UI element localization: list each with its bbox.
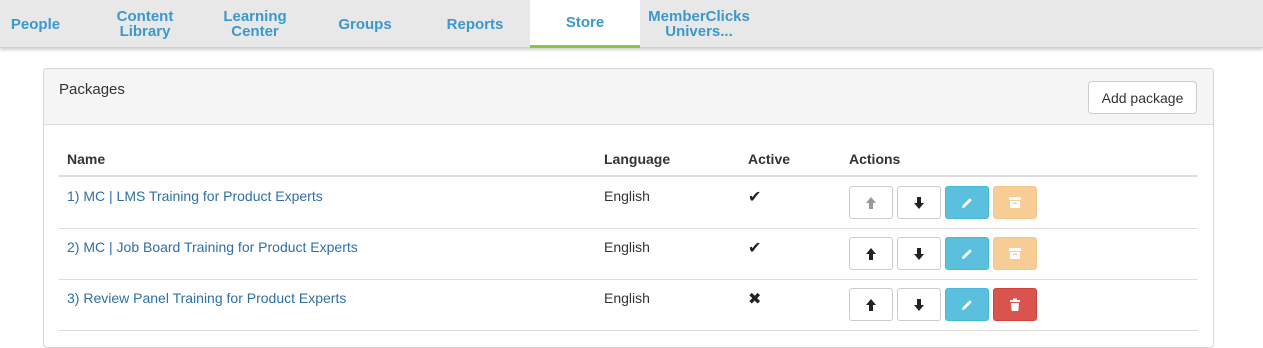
package-name-link[interactable]: 2) MC | Job Board Training for Product E… — [67, 239, 358, 255]
column-header-actions: Actions — [849, 151, 901, 167]
tab-label: Store — [565, 14, 605, 31]
tab-label: Learning Center — [223, 8, 287, 40]
tab-groups[interactable]: Groups — [318, 0, 412, 48]
tab-content-library[interactable]: Content Library — [98, 0, 192, 48]
move-up-button[interactable] — [849, 237, 893, 270]
arrow-down-icon — [914, 298, 924, 311]
edit-button[interactable] — [945, 237, 989, 270]
move-down-button[interactable] — [897, 288, 941, 321]
trash-icon — [1010, 298, 1020, 311]
tab-label: Content Library — [116, 8, 174, 40]
package-language: English — [604, 239, 650, 255]
packages-panel: Packages Add package Name Language Activ… — [43, 68, 1214, 348]
tab-memberclicks-university[interactable]: MemberClicks Univers... — [642, 0, 756, 48]
move-up-button[interactable] — [849, 186, 893, 219]
move-down-button[interactable] — [897, 186, 941, 219]
tab-label: Reports — [446, 15, 504, 33]
pencil-icon — [962, 299, 972, 310]
header-divider — [59, 175, 1198, 177]
pencil-icon — [962, 248, 972, 259]
package-language: English — [604, 290, 650, 306]
arrow-up-icon — [866, 247, 876, 260]
tab-label: MemberClicks Univers... — [648, 8, 750, 40]
edit-button[interactable] — [945, 288, 989, 321]
arrow-down-icon — [914, 247, 924, 260]
row-divider — [59, 279, 1198, 280]
panel-header: Packages Add package — [44, 69, 1213, 125]
archive-icon — [1009, 248, 1021, 259]
tab-learning-center[interactable]: Learning Center — [210, 0, 300, 48]
package-name-link[interactable]: 1) MC | LMS Training for Product Experts — [67, 188, 323, 204]
archive-icon — [1009, 197, 1021, 208]
pencil-icon — [962, 197, 972, 208]
tab-store[interactable]: Store — [530, 0, 640, 48]
inactive-x-icon: ✖ — [748, 291, 762, 308]
package-name-link[interactable]: 3) Review Panel Training for Product Exp… — [67, 290, 346, 306]
tab-reports[interactable]: Reports — [428, 0, 522, 48]
column-header-active: Active — [748, 151, 791, 167]
row-divider — [59, 228, 1198, 229]
column-header-name: Name — [67, 151, 106, 167]
archive-button[interactable] — [993, 237, 1037, 270]
arrow-up-icon — [866, 196, 876, 209]
active-check-icon: ✔ — [748, 240, 762, 257]
arrow-down-icon — [914, 196, 924, 209]
archive-button[interactable] — [993, 186, 1037, 219]
active-check-icon: ✔ — [748, 189, 762, 206]
move-up-button[interactable] — [849, 288, 893, 321]
add-package-button[interactable]: Add package — [1088, 81, 1197, 114]
top-navigation: People Content Library Learning Center G… — [0, 0, 1263, 48]
tab-label: Groups — [338, 15, 392, 33]
tab-people[interactable]: People — [0, 0, 71, 48]
move-down-button[interactable] — [897, 237, 941, 270]
arrow-up-icon — [866, 298, 876, 311]
edit-button[interactable] — [945, 186, 989, 219]
panel-title: Packages — [59, 81, 125, 98]
tab-label: People — [10, 15, 61, 33]
package-language: English — [604, 188, 650, 204]
delete-button[interactable] — [993, 288, 1037, 321]
column-header-language: Language — [604, 151, 671, 167]
